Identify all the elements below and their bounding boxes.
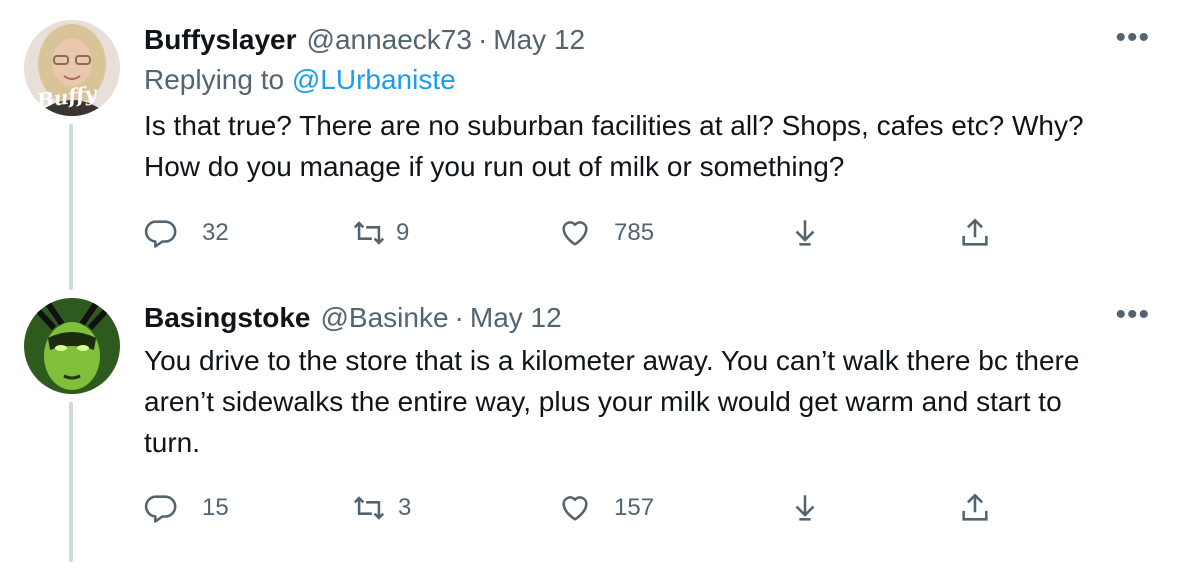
- more-options-button[interactable]: •••: [1115, 23, 1150, 53]
- retweet-count: 9: [396, 219, 410, 246]
- heart-icon: [562, 221, 588, 246]
- share-icon: [962, 218, 988, 246]
- share-icon: [962, 493, 988, 521]
- avatar[interactable]: [24, 298, 120, 394]
- tweet-header: Basingstoke @Basinke · May 12: [144, 298, 562, 338]
- tweet-text-line: aren’t sidewalks the entire way, plus yo…: [144, 386, 1062, 417]
- user-handle[interactable]: @Basinke: [321, 302, 449, 334]
- tweet-date[interactable]: May 12: [493, 24, 585, 56]
- tweet-text: You drive to the store that is a kilomet…: [144, 340, 1164, 463]
- download-button[interactable]: [788, 490, 822, 526]
- share-button[interactable]: [958, 215, 992, 251]
- tweet-text-line: Is that true? There are no suburban faci…: [144, 110, 1084, 141]
- reply-icon: [144, 495, 177, 523]
- tweet[interactable]: Buffy Buffyslayer @annaeck73 · May 12 ••…: [0, 0, 1184, 290]
- avatar-image: Buffy: [24, 20, 120, 116]
- display-name[interactable]: Buffyslayer: [144, 24, 297, 56]
- retweet-icon: [353, 496, 385, 520]
- tweet-actions: 32 9 785: [144, 215, 1024, 251]
- separator-dot: ·: [454, 302, 464, 333]
- tweet-text-line: turn.: [144, 427, 201, 458]
- replying-to-label: Replying to: [144, 64, 285, 95]
- download-button[interactable]: [788, 215, 822, 251]
- thread-line: [69, 402, 73, 562]
- tweet-text-line: How do you manage if you run out of milk…: [144, 151, 845, 182]
- reply-count: 15: [202, 494, 229, 521]
- tweet-text-line: You drive to the store that is a kilomet…: [144, 345, 1080, 376]
- share-button[interactable]: [958, 490, 992, 526]
- retweet-count: 3: [398, 494, 412, 521]
- more-options-button[interactable]: •••: [1115, 300, 1150, 330]
- reply-count: 32: [202, 219, 229, 246]
- display-name[interactable]: Basingstoke: [144, 302, 311, 334]
- reply-button[interactable]: 15: [144, 490, 229, 526]
- like-count: 157: [614, 494, 655, 521]
- tweet-date[interactable]: May 12: [470, 302, 562, 334]
- tweet-text: Is that true? There are no suburban faci…: [144, 105, 1164, 187]
- reply-button[interactable]: 32: [144, 215, 229, 251]
- heart-icon: [562, 496, 588, 521]
- tweet-actions: 15 3 157: [144, 490, 1024, 526]
- replying-to: Replying to @LUrbaniste: [144, 64, 456, 96]
- avatar-image: [24, 298, 120, 394]
- retweet-button[interactable]: 3: [352, 490, 411, 526]
- retweet-button[interactable]: 9: [352, 215, 409, 251]
- avatar[interactable]: Buffy: [24, 20, 120, 116]
- separator-dot: ·: [477, 24, 488, 55]
- download-icon: [795, 220, 815, 246]
- user-handle[interactable]: @annaeck73: [307, 24, 472, 56]
- mention-link[interactable]: @LUrbaniste: [292, 64, 456, 95]
- download-icon: [795, 495, 815, 521]
- like-count: 785: [614, 219, 655, 246]
- retweet-icon: [353, 221, 385, 245]
- tweet[interactable]: Basingstoke @Basinke · May 12 ••• You dr…: [0, 290, 1184, 570]
- thread-line: [69, 124, 73, 290]
- like-button[interactable]: 785: [558, 215, 654, 251]
- reply-icon: [144, 220, 177, 248]
- tweet-header: Buffyslayer @annaeck73 · May 12: [144, 20, 585, 60]
- like-button[interactable]: 157: [558, 490, 654, 526]
